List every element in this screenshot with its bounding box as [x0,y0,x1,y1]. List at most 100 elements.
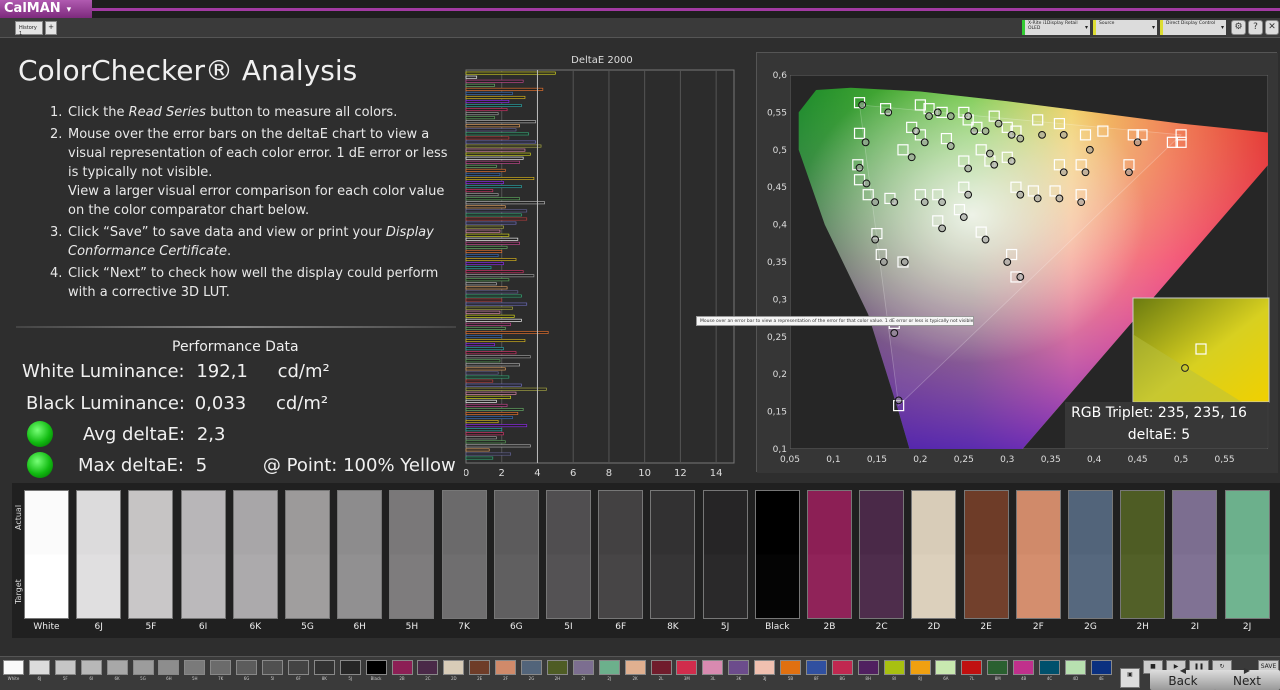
back-button[interactable]: ◀ Back [1150,666,1216,690]
mini-swatch[interactable] [495,660,517,675]
help-icon[interactable]: ? [1248,20,1263,35]
mini-swatch[interactable] [883,660,905,675]
mini-swatch[interactable] [158,660,180,675]
mini-swatch[interactable] [831,660,853,675]
mini-swatch[interactable] [236,660,258,675]
mini-swatch[interactable] [365,660,387,675]
mini-swatch[interactable] [909,660,931,675]
color-swatch[interactable] [1172,490,1218,619]
settings-icon[interactable]: ⚙ [1231,20,1246,35]
color-swatch[interactable] [546,490,591,619]
deltae-bar [465,270,524,274]
color-swatch[interactable] [389,490,435,619]
color-swatch[interactable] [1015,490,1061,619]
deltae-bar [465,399,497,403]
mini-swatch[interactable] [210,660,232,675]
mini-swatch[interactable] [313,660,335,675]
mini-swatch-label: 3M [683,676,690,681]
mini-swatch[interactable] [676,660,698,675]
mini-swatch[interactable] [443,660,465,675]
mini-swatch[interactable] [935,660,957,675]
color-swatch[interactable] [232,490,278,619]
mini-swatch[interactable] [546,660,568,675]
mini-swatch[interactable] [184,660,206,675]
mini-swatch[interactable] [287,660,309,675]
mini-swatch[interactable] [469,660,491,675]
actual-label: Actual [14,504,23,530]
add-history-button[interactable]: + [45,21,57,35]
mini-swatch[interactable] [3,660,24,675]
color-swatch[interactable] [1224,490,1270,619]
deltae-bar [465,87,544,91]
section-divider [16,326,456,328]
mini-swatch[interactable] [624,660,646,675]
deltae-bar [465,339,526,343]
color-swatch[interactable] [285,490,330,619]
color-swatch[interactable] [702,490,748,619]
color-swatch[interactable] [128,490,174,619]
mini-swatch[interactable] [728,660,750,675]
mini-swatch[interactable] [1064,660,1086,675]
mini-swatch[interactable] [754,660,776,675]
app-logo: CalMAN [4,1,61,16]
mini-swatch[interactable] [339,660,361,675]
mini-swatch[interactable] [805,660,827,675]
meter-selector[interactable]: X-Rite i1Display Retail OLED ▾ [1022,20,1090,35]
color-swatch[interactable] [807,490,852,619]
mini-swatch-label: 2F [503,676,509,681]
measured-marker [907,153,916,162]
deltae-bar [465,306,513,310]
display-selector[interactable]: Direct Display Control ▾ [1160,20,1226,35]
next-button[interactable]: ▶ Next [1214,666,1280,690]
color-swatch[interactable] [650,490,696,619]
mini-swatch[interactable] [598,660,620,675]
mini-swatch[interactable] [262,660,283,675]
deltae-bar [465,424,528,428]
close-icon[interactable]: ✕ [1265,20,1279,35]
x-tick-label: 14 [710,468,723,479]
mini-swatch[interactable] [391,660,413,675]
read-series-button[interactable]: ▣ [1120,668,1140,688]
color-swatch[interactable] [963,490,1009,619]
mini-swatch[interactable] [702,660,724,675]
mini-swatch[interactable] [132,660,154,675]
color-swatch[interactable] [180,490,226,619]
color-swatch[interactable] [911,490,957,619]
mini-swatch[interactable] [521,660,542,675]
mini-swatch[interactable] [1039,660,1060,675]
mini-swatch[interactable] [987,660,1009,675]
source-selector[interactable]: Source ▾ [1093,20,1157,35]
deltae-bar [465,209,528,213]
color-swatch[interactable] [493,490,539,619]
mini-swatch[interactable] [28,660,50,675]
color-swatch[interactable] [24,490,69,619]
color-swatch[interactable] [441,490,487,619]
mini-swatch[interactable] [106,660,128,675]
color-swatch[interactable] [859,490,905,619]
mini-swatch[interactable] [1090,660,1112,675]
history-tab[interactable]: History 1 [15,21,43,37]
mini-swatch[interactable] [961,660,983,675]
mini-swatch[interactable] [54,660,76,675]
mini-swatch[interactable] [80,660,102,675]
mini-swatch[interactable] [1013,660,1035,675]
x-tick-label: 0,55 [1215,455,1235,465]
swatch-label: 5H [405,622,419,632]
app-menu-button[interactable]: CalMAN ▾ [0,0,92,18]
color-swatch[interactable] [1120,490,1166,619]
performance-title: Performance Data [172,339,299,355]
mini-swatch[interactable] [650,660,672,675]
color-swatch[interactable] [598,490,644,619]
mini-swatch[interactable] [572,660,594,675]
mini-swatch[interactable] [780,660,801,675]
mini-swatch[interactable] [417,660,439,675]
mini-swatch[interactable] [857,660,879,675]
color-swatch[interactable] [337,490,383,619]
mini-swatch-label: 2H [554,676,561,681]
color-swatch[interactable] [76,490,122,619]
deltae-bar [465,290,519,294]
color-swatch[interactable] [1068,490,1113,619]
deltae-bar [465,221,517,225]
color-swatch[interactable] [754,490,800,619]
measured-marker [933,108,942,117]
